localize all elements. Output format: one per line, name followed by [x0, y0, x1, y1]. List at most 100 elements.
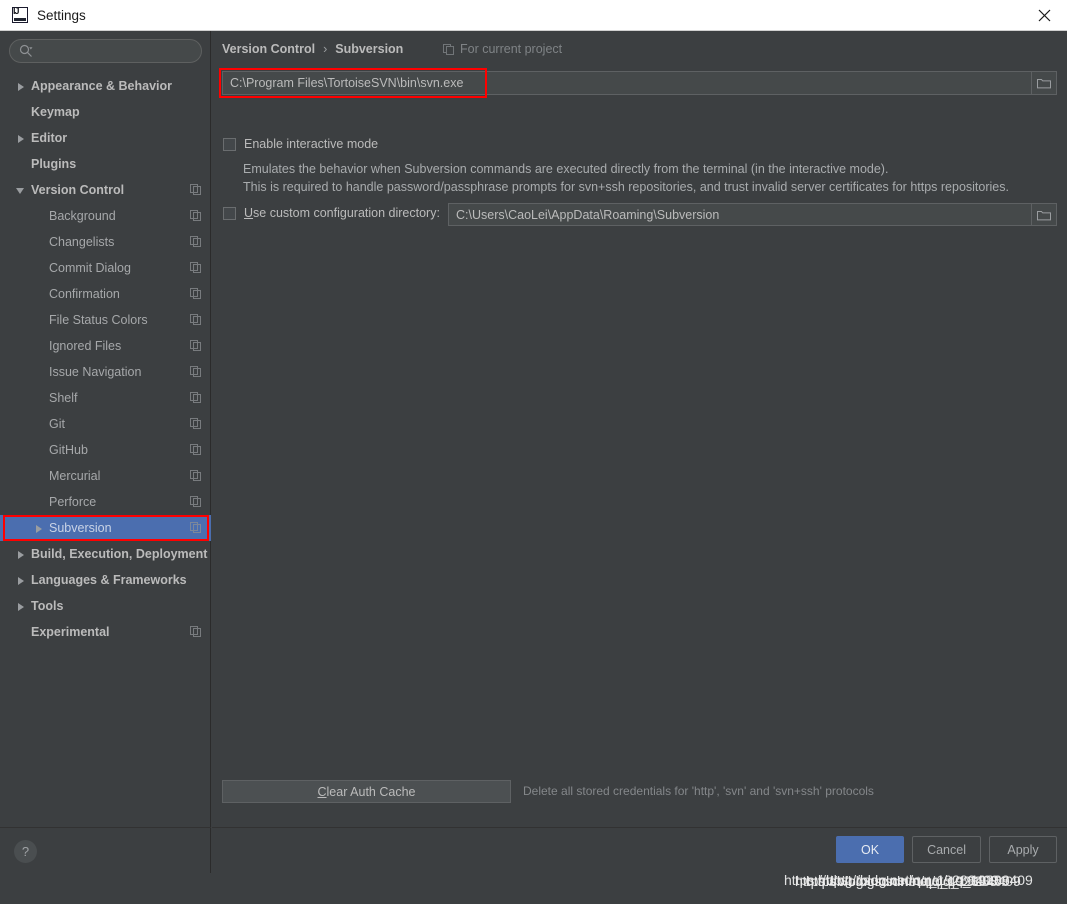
copy-icon: [190, 522, 201, 533]
breadcrumb: Version Control › Subversion: [222, 42, 403, 56]
sidebar-item-background[interactable]: Background: [0, 203, 211, 229]
cancel-button-label: Cancel: [927, 842, 966, 857]
chevron-right-icon[interactable]: [15, 574, 28, 587]
sidebar-item-mercurial[interactable]: Mercurial: [0, 463, 211, 489]
sidebar-item-tools[interactable]: Tools: [0, 593, 211, 619]
chevron-right-icon[interactable]: [15, 600, 28, 613]
clear-auth-cache-button[interactable]: Clear Auth Cache: [222, 780, 511, 803]
chevron-right-icon[interactable]: [15, 548, 28, 561]
chevron-right-icon[interactable]: [15, 80, 28, 93]
watermark-text: https://blog.csdn.net/qq_19288409: [795, 873, 1010, 889]
folder-icon[interactable]: [1032, 71, 1057, 95]
sidebar-item-issue-navigation[interactable]: Issue Navigation: [0, 359, 211, 385]
watermark-text: https://blog.csdn.net/qq_19288409: [784, 872, 999, 888]
sidebar-item-appearance-behavior[interactable]: Appearance & Behavior: [0, 73, 211, 99]
copy-icon: [443, 43, 454, 55]
sidebar-item-shelf[interactable]: Shelf: [0, 385, 211, 411]
scope-label: For current project: [460, 42, 563, 56]
ok-button[interactable]: OK: [836, 836, 905, 863]
cancel-button[interactable]: Cancel: [912, 836, 981, 863]
sidebar-item-experimental[interactable]: Experimental: [0, 619, 211, 645]
settings-content-panel: Version Control › Subversion For current…: [212, 31, 1067, 873]
intellij-idea-icon: [12, 6, 28, 23]
sidebar-item-label: Subversion: [49, 521, 112, 535]
window-title-bar: Settings: [0, 0, 1067, 31]
clear-auth-cache-label: Clear Auth Cache: [318, 785, 416, 799]
breadcrumb-root[interactable]: Version Control: [222, 42, 315, 56]
chevron-down-icon[interactable]: [15, 184, 28, 197]
interactive-mode-description-line1: Emulates the behavior when Subversion co…: [243, 162, 889, 176]
enable-interactive-mode-checkbox[interactable]: [223, 137, 236, 151]
sidebar-item-label: Appearance & Behavior: [31, 79, 173, 93]
settings-category-tree[interactable]: Appearance & Behavior Keymap Editor Plugins…: [0, 73, 211, 843]
scope-indicator: For current project: [443, 42, 562, 56]
chevron-right-icon[interactable]: [15, 132, 28, 145]
chevron-right-icon[interactable]: [33, 522, 46, 535]
apply-button[interactable]: Apply: [989, 836, 1057, 863]
sidebar-divider: [0, 827, 211, 828]
sidebar-item-label: Issue Navigation: [49, 365, 142, 379]
sidebar-item-changelists[interactable]: Changelists: [0, 229, 211, 255]
settings-dialog-body: Appearance & Behavior Keymap Editor Plugins…: [0, 31, 1067, 889]
use-custom-config-dir-row[interactable]: Use custom configuration directory:: [223, 206, 440, 220]
sidebar-item-git[interactable]: Git: [0, 411, 211, 437]
copy-icon: [190, 340, 201, 351]
folder-icon[interactable]: [1032, 203, 1057, 226]
watermark-text: https://blog.csdn.net/qq_19288409: [818, 872, 1033, 888]
clear-auth-cache-description: Delete all stored credentials for 'http'…: [523, 784, 874, 798]
copy-icon: [190, 626, 201, 637]
ok-button-label: OK: [861, 842, 880, 857]
copy-icon: [190, 314, 201, 325]
sidebar-item-languages-frameworks[interactable]: Languages & Frameworks: [0, 567, 211, 593]
sidebar-item-confirmation[interactable]: Confirmation: [0, 281, 211, 307]
mnemonic-letter: U: [244, 206, 254, 220]
sidebar-item-ignored-files[interactable]: Ignored Files: [0, 333, 211, 359]
svn-executable-path-input[interactable]: [222, 71, 1032, 95]
copy-icon: [190, 444, 201, 455]
sidebar-item-perforce[interactable]: Perforce: [0, 489, 211, 515]
sidebar-item-commit-dialog[interactable]: Commit Dialog: [0, 255, 211, 281]
search-field-wrapper: [0, 31, 210, 63]
sidebar-item-label: File Status Colors: [49, 313, 148, 327]
copy-icon: [190, 236, 201, 247]
sidebar-item-label: Keymap: [31, 105, 80, 119]
sidebar-item-label: GitHub: [49, 443, 88, 457]
sidebar-item-github[interactable]: GitHub: [0, 437, 211, 463]
help-button[interactable]: ?: [14, 840, 37, 863]
sidebar-item-version-control[interactable]: Version Control: [0, 177, 211, 203]
copy-icon: [190, 418, 201, 429]
enable-interactive-mode-row[interactable]: Enable interactive mode: [223, 137, 378, 151]
close-icon[interactable]: [1021, 0, 1067, 30]
sidebar-item-label: Version Control: [31, 183, 125, 197]
sidebar-item-label: Tools: [31, 599, 64, 613]
sidebar-item-file-status-colors[interactable]: File Status Colors: [0, 307, 211, 333]
label-rest: se custom configuration directory:: [253, 206, 440, 220]
sidebar-item-build-execution-deployment[interactable]: Build, Execution, Deployment: [0, 541, 211, 567]
sidebar-item-label: Mercurial: [49, 469, 101, 483]
search-input[interactable]: [9, 39, 202, 63]
sidebar-item-editor[interactable]: Editor: [0, 125, 211, 151]
apply-button-label: Apply: [1007, 842, 1039, 857]
sidebar-item-label: Git: [49, 417, 65, 431]
use-custom-config-dir-checkbox[interactable]: [223, 206, 236, 220]
custom-config-dir-input[interactable]: [448, 203, 1032, 226]
copy-icon: [190, 366, 201, 377]
sidebar-item-keymap[interactable]: Keymap: [0, 99, 211, 125]
copy-icon: [190, 184, 201, 195]
sidebar-item-label: Commit Dialog: [49, 261, 131, 275]
breadcrumb-current: Subversion: [335, 42, 404, 56]
label-rest: lear Auth Cache: [326, 784, 416, 799]
breadcrumb-separator: ›: [323, 42, 328, 56]
sidebar-item-subversion[interactable]: Subversion: [0, 515, 211, 541]
sidebar-item-plugins[interactable]: Plugins: [0, 151, 211, 177]
